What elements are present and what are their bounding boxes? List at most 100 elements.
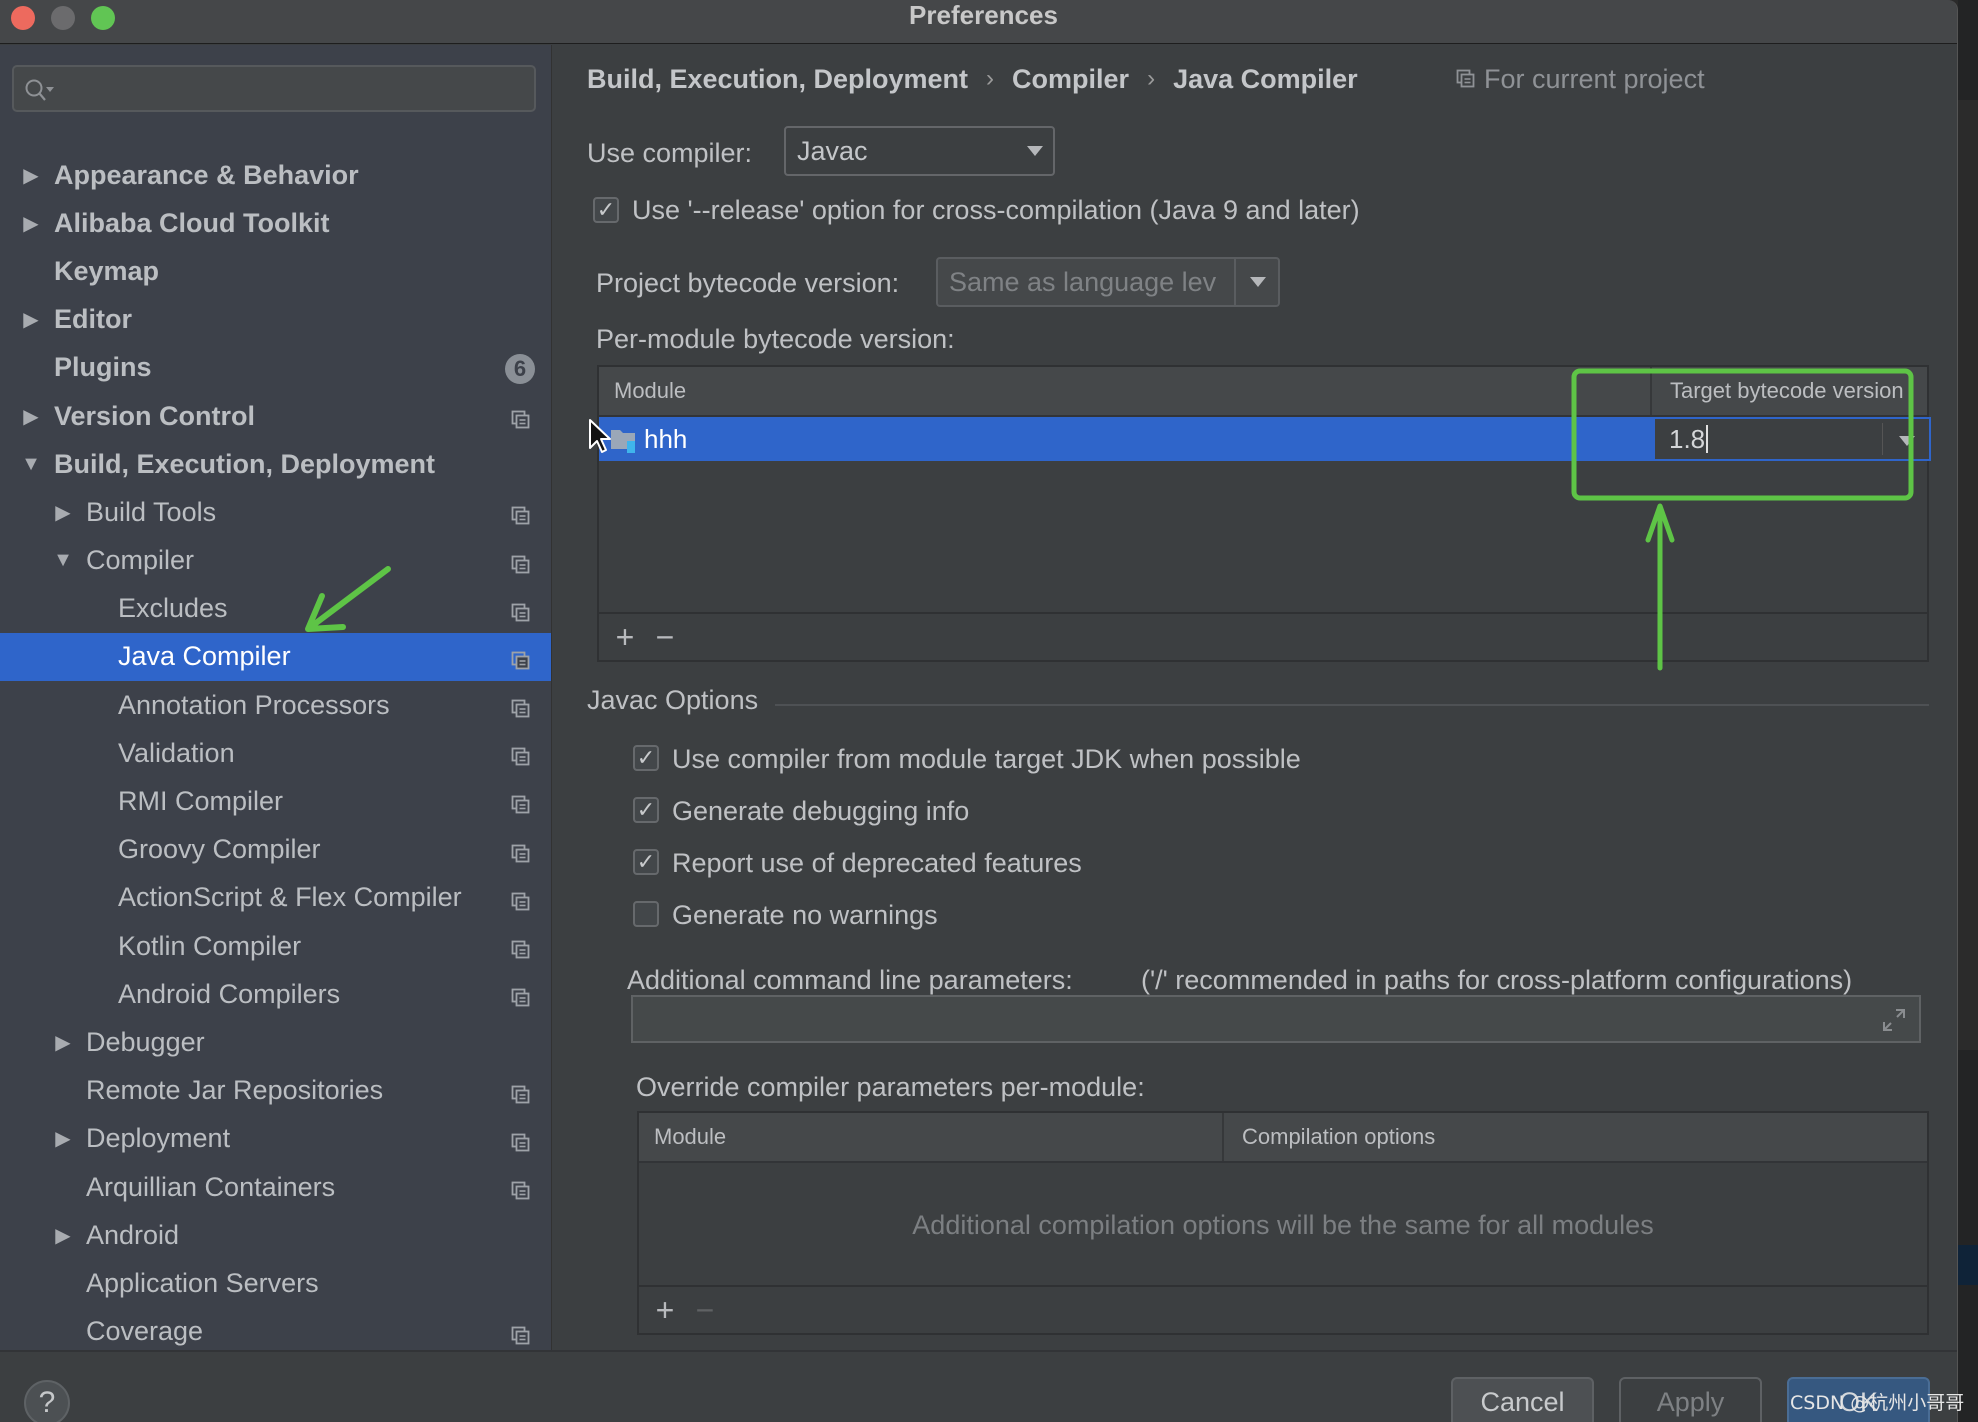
sidebar-item[interactable]: Coverage	[0, 1308, 551, 1351]
sidebar-item[interactable]: Application Servers	[0, 1259, 551, 1307]
column-header-compilation-options[interactable]: Compilation options	[1242, 1113, 1435, 1161]
checkmark-icon: ✓	[636, 849, 656, 874]
project-bytecode-dropdown[interactable]: Same as language lev	[936, 257, 1280, 307]
sidebar-item-label: Plugins	[54, 352, 152, 383]
sidebar-item-label: Kotlin Compiler	[118, 930, 302, 961]
breadcrumb-item-current: Java Compiler	[1173, 63, 1358, 94]
project-scope-icon	[511, 647, 531, 670]
javac-option-label: Generate no warnings	[672, 900, 938, 930]
sidebar-item[interactable]: ▶ Version Control	[0, 392, 551, 440]
project-scope-icon	[511, 743, 531, 766]
target-bytecode-editor[interactable]: 1.8	[1653, 417, 1931, 461]
javac-options-title: Javac Options	[587, 685, 759, 715]
use-compiler-value: Javac	[797, 135, 868, 166]
collapsed-arrow-icon[interactable]: ▶	[54, 1128, 72, 1150]
collapsed-arrow-icon[interactable]: ▶	[54, 1225, 72, 1247]
javac-option-checkbox[interactable]: ✓	[633, 849, 659, 875]
apply-button[interactable]: Apply	[1619, 1377, 1762, 1422]
chevron-down-icon[interactable]	[1899, 436, 1915, 446]
update-count-badge: 6	[505, 353, 535, 384]
breadcrumb-item[interactable]: Compiler	[1012, 64, 1129, 95]
collapsed-arrow-icon[interactable]: ▶	[22, 406, 40, 428]
collapsed-arrow-icon[interactable]: ▶	[54, 1032, 72, 1054]
sidebar-item[interactable]: Android Compilers	[0, 970, 551, 1018]
help-button[interactable]: ?	[24, 1380, 70, 1422]
javac-option-checkbox[interactable]: ✓	[633, 745, 659, 771]
collapsed-arrow-icon[interactable]: ▶	[22, 309, 40, 331]
expanded-arrow-icon[interactable]: ▼	[53, 549, 73, 571]
column-divider[interactable]	[1650, 367, 1652, 415]
sidebar-item-label: ActionScript & Flex Compiler	[118, 882, 462, 913]
release-option-checkbox[interactable]: ✓	[593, 197, 619, 223]
sidebar-item[interactable]: Java Compiler	[0, 632, 551, 682]
sidebar-item[interactable]: Plugins 6	[0, 344, 551, 392]
remove-module-button[interactable]: −	[649, 620, 681, 654]
use-compiler-label: Use compiler:	[587, 138, 753, 168]
mouse-pointer-icon	[589, 419, 611, 453]
additional-params-label: Additional command line parameters:	[627, 965, 1073, 995]
sidebar-item-label: Validation	[118, 737, 235, 768]
title-bar: Preferences	[0, 0, 1957, 44]
sidebar-item[interactable]: ▶ Editor	[0, 296, 551, 344]
additional-params-input[interactable]	[631, 995, 1921, 1043]
settings-sidebar: ▶ Appearance & Behavior ▶ Alibaba Cloud Too…	[0, 45, 552, 1350]
sidebar-item[interactable]: ▶ Android	[0, 1211, 551, 1259]
sidebar-item[interactable]: Groovy Compiler	[0, 826, 551, 874]
target-bytecode-value[interactable]: 1.8	[1669, 419, 1709, 459]
add-override-button[interactable]: +	[649, 1293, 681, 1327]
expanded-arrow-icon[interactable]: ▼	[21, 453, 41, 475]
sidebar-item[interactable]: ▶ Debugger	[0, 1018, 551, 1066]
empty-table-text: Additional compilation options will be t…	[912, 1209, 1654, 1240]
breadcrumb-item[interactable]: Build, Execution, Deployment	[587, 64, 968, 95]
table-header: Module Compilation options	[639, 1113, 1927, 1163]
sidebar-item[interactable]: Validation	[0, 729, 551, 777]
sidebar-item[interactable]: Excludes	[0, 585, 551, 633]
sidebar-item[interactable]: ▼ Build, Execution, Deployment	[0, 440, 551, 488]
release-option-label: Use '--release' option for cross-compila…	[632, 195, 1360, 225]
column-header-module[interactable]: Module	[614, 367, 686, 415]
sidebar-item[interactable]: Annotation Processors	[0, 681, 551, 729]
module-bytecode-table: Module Target bytecode version hhh 1.8 +…	[597, 365, 1931, 662]
checkmark-icon: ✓	[636, 745, 656, 770]
use-compiler-dropdown[interactable]: Javac	[784, 126, 1055, 176]
sidebar-item[interactable]: ▶ Deployment	[0, 1115, 551, 1163]
remove-override-button[interactable]: −	[689, 1293, 721, 1327]
sidebar-item-label: Remote Jar Repositories	[86, 1075, 384, 1106]
sidebar-item[interactable]: ActionScript & Flex Compiler	[0, 874, 551, 922]
cancel-button[interactable]: Cancel	[1451, 1377, 1594, 1422]
column-header-target-bytecode[interactable]: Target bytecode version	[1670, 367, 1904, 415]
preferences-dialog: Preferences ▶ Appearance & Behavior ▶ Aliba…	[0, 0, 1958, 1422]
sidebar-item-label: Android	[86, 1219, 180, 1250]
collapsed-arrow-icon[interactable]: ▶	[54, 502, 72, 524]
sidebar-item-label: Alibaba Cloud Toolkit	[54, 207, 330, 238]
sidebar-item[interactable]: ▶ Build Tools	[0, 488, 551, 536]
group-separator	[775, 704, 1929, 706]
sidebar-item[interactable]: ▶ Alibaba Cloud Toolkit	[0, 199, 551, 247]
sidebar-item[interactable]: Arquillian Containers	[0, 1163, 551, 1211]
column-divider[interactable]	[1222, 1113, 1224, 1161]
sidebar-item[interactable]: Keymap	[0, 247, 551, 295]
background-window-strip	[1958, 1245, 1978, 1285]
sidebar-item[interactable]: RMI Compiler	[0, 777, 551, 825]
column-header-module[interactable]: Module	[654, 1113, 726, 1161]
javac-option-checkbox[interactable]: ✓	[633, 797, 659, 823]
dropdown-divider	[1882, 423, 1883, 455]
sidebar-item[interactable]: Remote Jar Repositories	[0, 1067, 551, 1115]
collapsed-arrow-icon[interactable]: ▶	[22, 213, 40, 235]
expand-icon[interactable]	[1881, 1007, 1907, 1033]
settings-search-input[interactable]	[12, 65, 536, 112]
sidebar-item[interactable]: ▶ Appearance & Behavior	[0, 151, 551, 199]
search-icon	[25, 79, 54, 101]
sidebar-item-label: Version Control	[54, 400, 256, 431]
sidebar-item-label: Debugger	[86, 1026, 205, 1057]
text-cursor	[1706, 425, 1709, 453]
project-scope-icon	[511, 1177, 531, 1200]
sidebar-item-label: Deployment	[86, 1123, 231, 1154]
sidebar-item-label: Appearance & Behavior	[54, 159, 359, 190]
add-module-button[interactable]: +	[609, 620, 641, 654]
collapsed-arrow-icon[interactable]: ▶	[22, 165, 40, 187]
javac-option-checkbox[interactable]	[633, 901, 659, 927]
sidebar-item[interactable]: Kotlin Compiler	[0, 922, 551, 970]
per-module-label: Per-module bytecode version:	[596, 324, 955, 354]
sidebar-item[interactable]: ▼ Compiler	[0, 537, 551, 585]
